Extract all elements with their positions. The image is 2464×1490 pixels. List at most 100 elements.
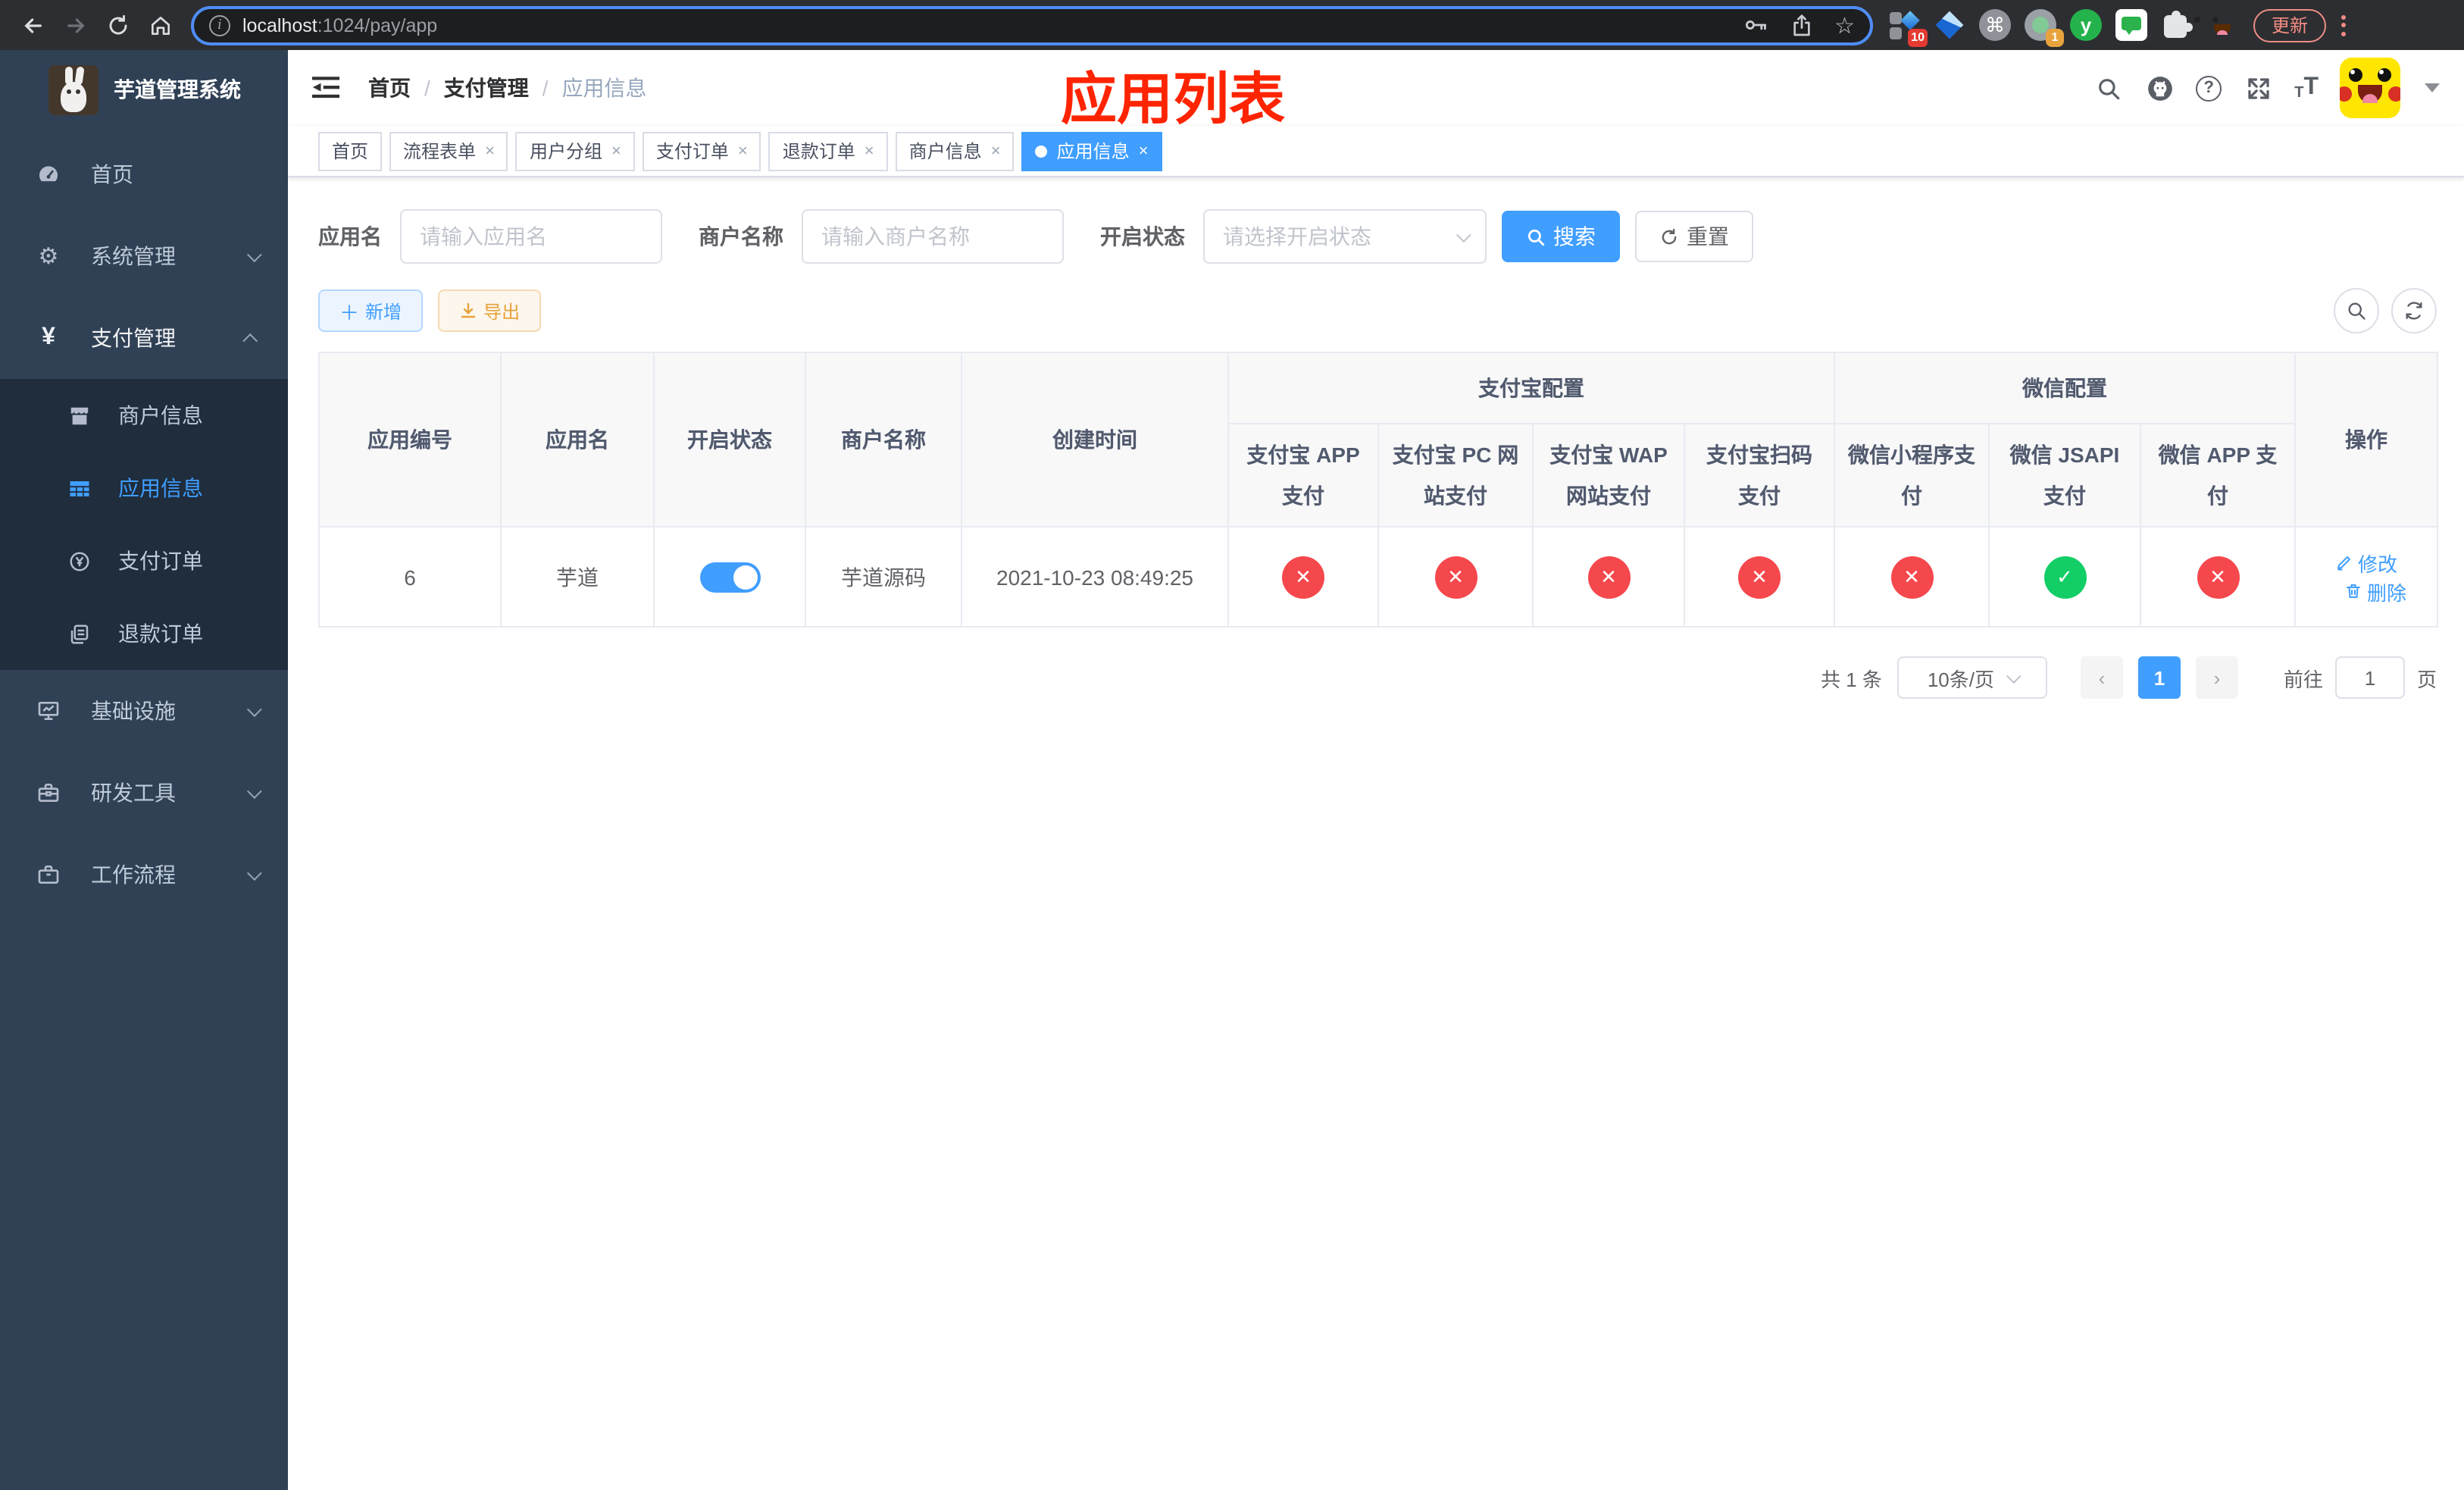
cell-alipay-wap: ✕ — [1532, 526, 1685, 628]
gear-icon: ⚙ — [38, 244, 59, 270]
app-name-input[interactable] — [400, 209, 662, 264]
col-alipay-pc: 支付宝 PC 网站支付 — [1377, 423, 1534, 527]
extension-queue-icon[interactable]: 10 — [1888, 9, 1928, 47]
show-search-button[interactable] — [2334, 288, 2379, 333]
close-icon[interactable]: × — [1139, 142, 1149, 160]
extension-target-icon[interactable]: 1 — [2025, 9, 2064, 47]
cell-app-name: 芋道 — [500, 526, 655, 628]
bookmark-star-icon[interactable]: ☆ — [1834, 11, 1855, 39]
close-icon[interactable]: × — [611, 142, 621, 160]
search-button[interactable]: 搜索 — [1502, 211, 1620, 262]
help-icon[interactable]: ? — [2196, 75, 2222, 101]
status-badge: ✕ — [1890, 556, 1933, 598]
sidebar-menu: 首页 ⚙ 系统管理 ¥ 支付管理 商户信息 应用信息 支付订单 退款订单 基础设… — [0, 133, 288, 916]
font-size-icon[interactable]: TT — [2294, 74, 2319, 102]
export-button[interactable]: 导出 — [438, 290, 542, 332]
col-app-name: 应用名 — [500, 352, 655, 527]
sidebar-item-refund-orders[interactable]: 退款订单 — [0, 597, 288, 670]
logo-avatar — [48, 64, 98, 114]
status-toggle[interactable] — [699, 562, 760, 592]
tab-refund-orders[interactable]: 退款订单 × — [768, 131, 888, 171]
extension-chat-icon[interactable] — [2115, 9, 2147, 41]
back-icon[interactable] — [12, 13, 55, 37]
close-icon[interactable]: × — [738, 142, 748, 160]
sidebar-item-merchant-info[interactable]: 商户信息 — [0, 379, 288, 452]
prev-page-button[interactable]: ‹ — [2080, 656, 2123, 699]
filter-form: 应用名 商户名称 开启状态 请选择开启状态 搜索 — [318, 209, 2437, 264]
sidebar-item-dev-tools[interactable]: 研发工具 — [0, 752, 288, 834]
sidebar-item-system[interactable]: ⚙ 系统管理 — [0, 215, 288, 297]
app-window: i localhost:1024/pay/app ☆ 10 ⌘ 1 y 更新 芋… — [0, 0, 2464, 1490]
page-size-select[interactable]: 10条/页 — [1896, 656, 2047, 699]
next-page-button[interactable]: › — [2195, 656, 2238, 699]
tab-process-form[interactable]: 流程表单 × — [389, 131, 508, 171]
col-alipay-app: 支付宝 APP 支付 — [1227, 423, 1379, 527]
password-key-icon[interactable] — [1742, 12, 1768, 38]
close-icon[interactable]: × — [485, 142, 495, 160]
breadcrumb-payment[interactable]: 支付管理 — [444, 73, 529, 103]
extension-y-icon[interactable]: y — [2070, 9, 2102, 41]
close-icon[interactable]: × — [991, 142, 1001, 160]
tab-app-info[interactable]: 应用信息 × — [1021, 131, 1162, 171]
home-icon[interactable] — [139, 13, 182, 37]
merchant-name-input[interactable] — [802, 209, 1064, 264]
sidebar-item-app-info[interactable]: 应用信息 — [0, 452, 288, 524]
extension-emoji-icon[interactable] — [2206, 9, 2238, 41]
reload-icon[interactable] — [97, 13, 139, 37]
refresh-button[interactable] — [2391, 288, 2437, 333]
breadcrumb-home[interactable]: 首页 — [368, 73, 411, 103]
group-alipay-config: 支付宝配置 — [1227, 352, 1835, 424]
fullscreen-icon[interactable] — [2243, 73, 2273, 103]
status-badge: ✕ — [1282, 556, 1324, 598]
extension-kite-icon[interactable] — [1934, 9, 1965, 41]
url-bar[interactable]: i localhost:1024/pay/app ☆ — [191, 5, 1873, 45]
page-1-button[interactable]: 1 — [2137, 656, 2181, 699]
goto-label: 前往 — [2283, 668, 2323, 690]
chrome-menu-icon[interactable] — [2341, 14, 2347, 36]
page-info-icon[interactable]: i — [209, 14, 230, 36]
navbar-actions: ? TT — [2093, 58, 2440, 118]
status-badge: ✕ — [2197, 556, 2239, 598]
tab-merchant-info[interactable]: 商户信息 × — [895, 131, 1015, 171]
extension-command-icon[interactable]: ⌘ — [1979, 9, 2011, 41]
documents-icon — [67, 621, 91, 646]
monitor-icon — [36, 699, 61, 723]
tab-home[interactable]: 首页 — [318, 131, 383, 171]
url-text: localhost:1024/pay/app — [242, 14, 438, 36]
reset-button[interactable]: 重置 — [1635, 211, 1753, 262]
delete-button[interactable]: 删除 — [2344, 577, 2406, 606]
group-wechat-config: 微信配置 — [1833, 352, 2297, 424]
sidebar-toggle-icon[interactable] — [311, 74, 341, 102]
sidebar-logo[interactable]: 芋道管理系统 — [0, 50, 288, 129]
goto-page-input[interactable] — [2334, 656, 2405, 699]
extension-puzzle-icon[interactable] — [2161, 9, 2193, 41]
sidebar-item-pay-orders[interactable]: 支付订单 — [0, 524, 288, 597]
add-button[interactable]: ＋ 新增 — [318, 290, 424, 332]
tab-user-group[interactable]: 用户分组 × — [515, 131, 635, 171]
search-icon[interactable] — [2093, 73, 2123, 103]
share-icon[interactable] — [1789, 13, 1813, 37]
cell-actions: 修改 删除 — [2294, 526, 2439, 628]
github-icon[interactable] — [2144, 73, 2175, 103]
cell-merchant: 芋道源码 — [805, 526, 962, 628]
sidebar-item-infrastructure[interactable]: 基础设施 — [0, 670, 288, 752]
user-menu-caret-icon[interactable] — [2425, 83, 2440, 92]
edit-button[interactable]: 修改 — [2335, 548, 2397, 577]
tab-pay-orders[interactable]: 支付订单 × — [642, 131, 761, 171]
status-badge: ✕ — [1738, 556, 1781, 598]
col-wx-jsapi: 微信 JSAPI 支付 — [1988, 423, 2141, 527]
sidebar-item-workflow[interactable]: 工作流程 — [0, 834, 288, 916]
cell-alipay-app: ✕ — [1227, 526, 1379, 628]
status-label: 开启状态 — [1100, 224, 1185, 249]
col-status: 开启状态 — [653, 352, 806, 527]
forward-icon[interactable] — [55, 13, 97, 37]
sidebar-item-payment[interactable]: ¥ 支付管理 — [0, 297, 288, 379]
sidebar-item-home[interactable]: 首页 — [0, 133, 288, 215]
status-select[interactable]: 请选择开启状态 — [1203, 209, 1487, 264]
extension-badge: 1 — [2046, 29, 2064, 47]
tags-view: 首页 流程表单 × 用户分组 × 支付订单 × 退款订单 × 商户信息 × 应用信息 × — [288, 126, 2464, 177]
chrome-update-button[interactable]: 更新 — [2253, 8, 2327, 42]
user-avatar[interactable] — [2340, 58, 2400, 118]
close-icon[interactable]: × — [865, 142, 874, 160]
pagination: 共 1 条 10条/页 ‹ 1 › 前往 页 — [318, 656, 2437, 699]
